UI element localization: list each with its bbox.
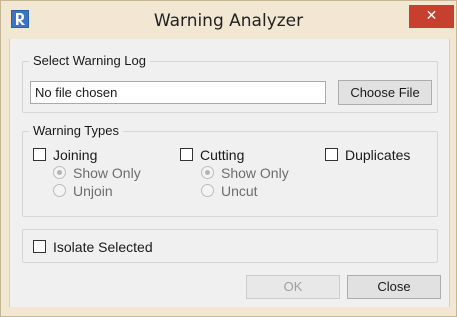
uncut-radio[interactable] bbox=[201, 184, 214, 197]
cutting-label: Cutting bbox=[200, 147, 245, 163]
joining-checkbox[interactable] bbox=[33, 148, 46, 161]
cutting-checkbox[interactable] bbox=[180, 148, 193, 161]
select-warning-log-legend: Select Warning Log bbox=[29, 53, 150, 69]
dialog-window: Warning Analyzer ✕ Select Warning Log Ch… bbox=[0, 0, 457, 317]
isolate-selected-label: Isolate Selected bbox=[53, 239, 153, 255]
radio-selected-dot bbox=[57, 170, 62, 175]
dialog-body: Select Warning Log Choose File Warning T… bbox=[9, 39, 450, 307]
choose-file-button[interactable]: Choose File bbox=[338, 80, 432, 105]
radio-selected-dot bbox=[205, 170, 210, 175]
duplicates-checkbox[interactable] bbox=[325, 148, 338, 161]
window-close-button[interactable]: ✕ bbox=[409, 5, 454, 28]
unjoin-radio[interactable] bbox=[53, 184, 66, 197]
ok-button[interactable]: OK bbox=[246, 275, 340, 299]
cutting-show-only-label: Show Only bbox=[221, 165, 289, 181]
isolate-selected-checkbox[interactable] bbox=[33, 240, 46, 253]
title-bar[interactable]: Warning Analyzer ✕ bbox=[1, 1, 456, 39]
window-title: Warning Analyzer bbox=[153, 11, 304, 31]
duplicates-label: Duplicates bbox=[345, 147, 411, 163]
cutting-show-only-radio[interactable] bbox=[201, 166, 214, 179]
close-button[interactable]: Close bbox=[347, 275, 441, 299]
joining-label: Joining bbox=[53, 147, 98, 163]
uncut-label: Uncut bbox=[221, 183, 258, 199]
joining-show-only-label: Show Only bbox=[73, 165, 141, 181]
unjoin-label: Unjoin bbox=[73, 183, 113, 199]
joining-show-only-radio[interactable] bbox=[53, 166, 66, 179]
warning-types-legend: Warning Types bbox=[29, 123, 123, 139]
file-path-field[interactable] bbox=[30, 81, 326, 104]
